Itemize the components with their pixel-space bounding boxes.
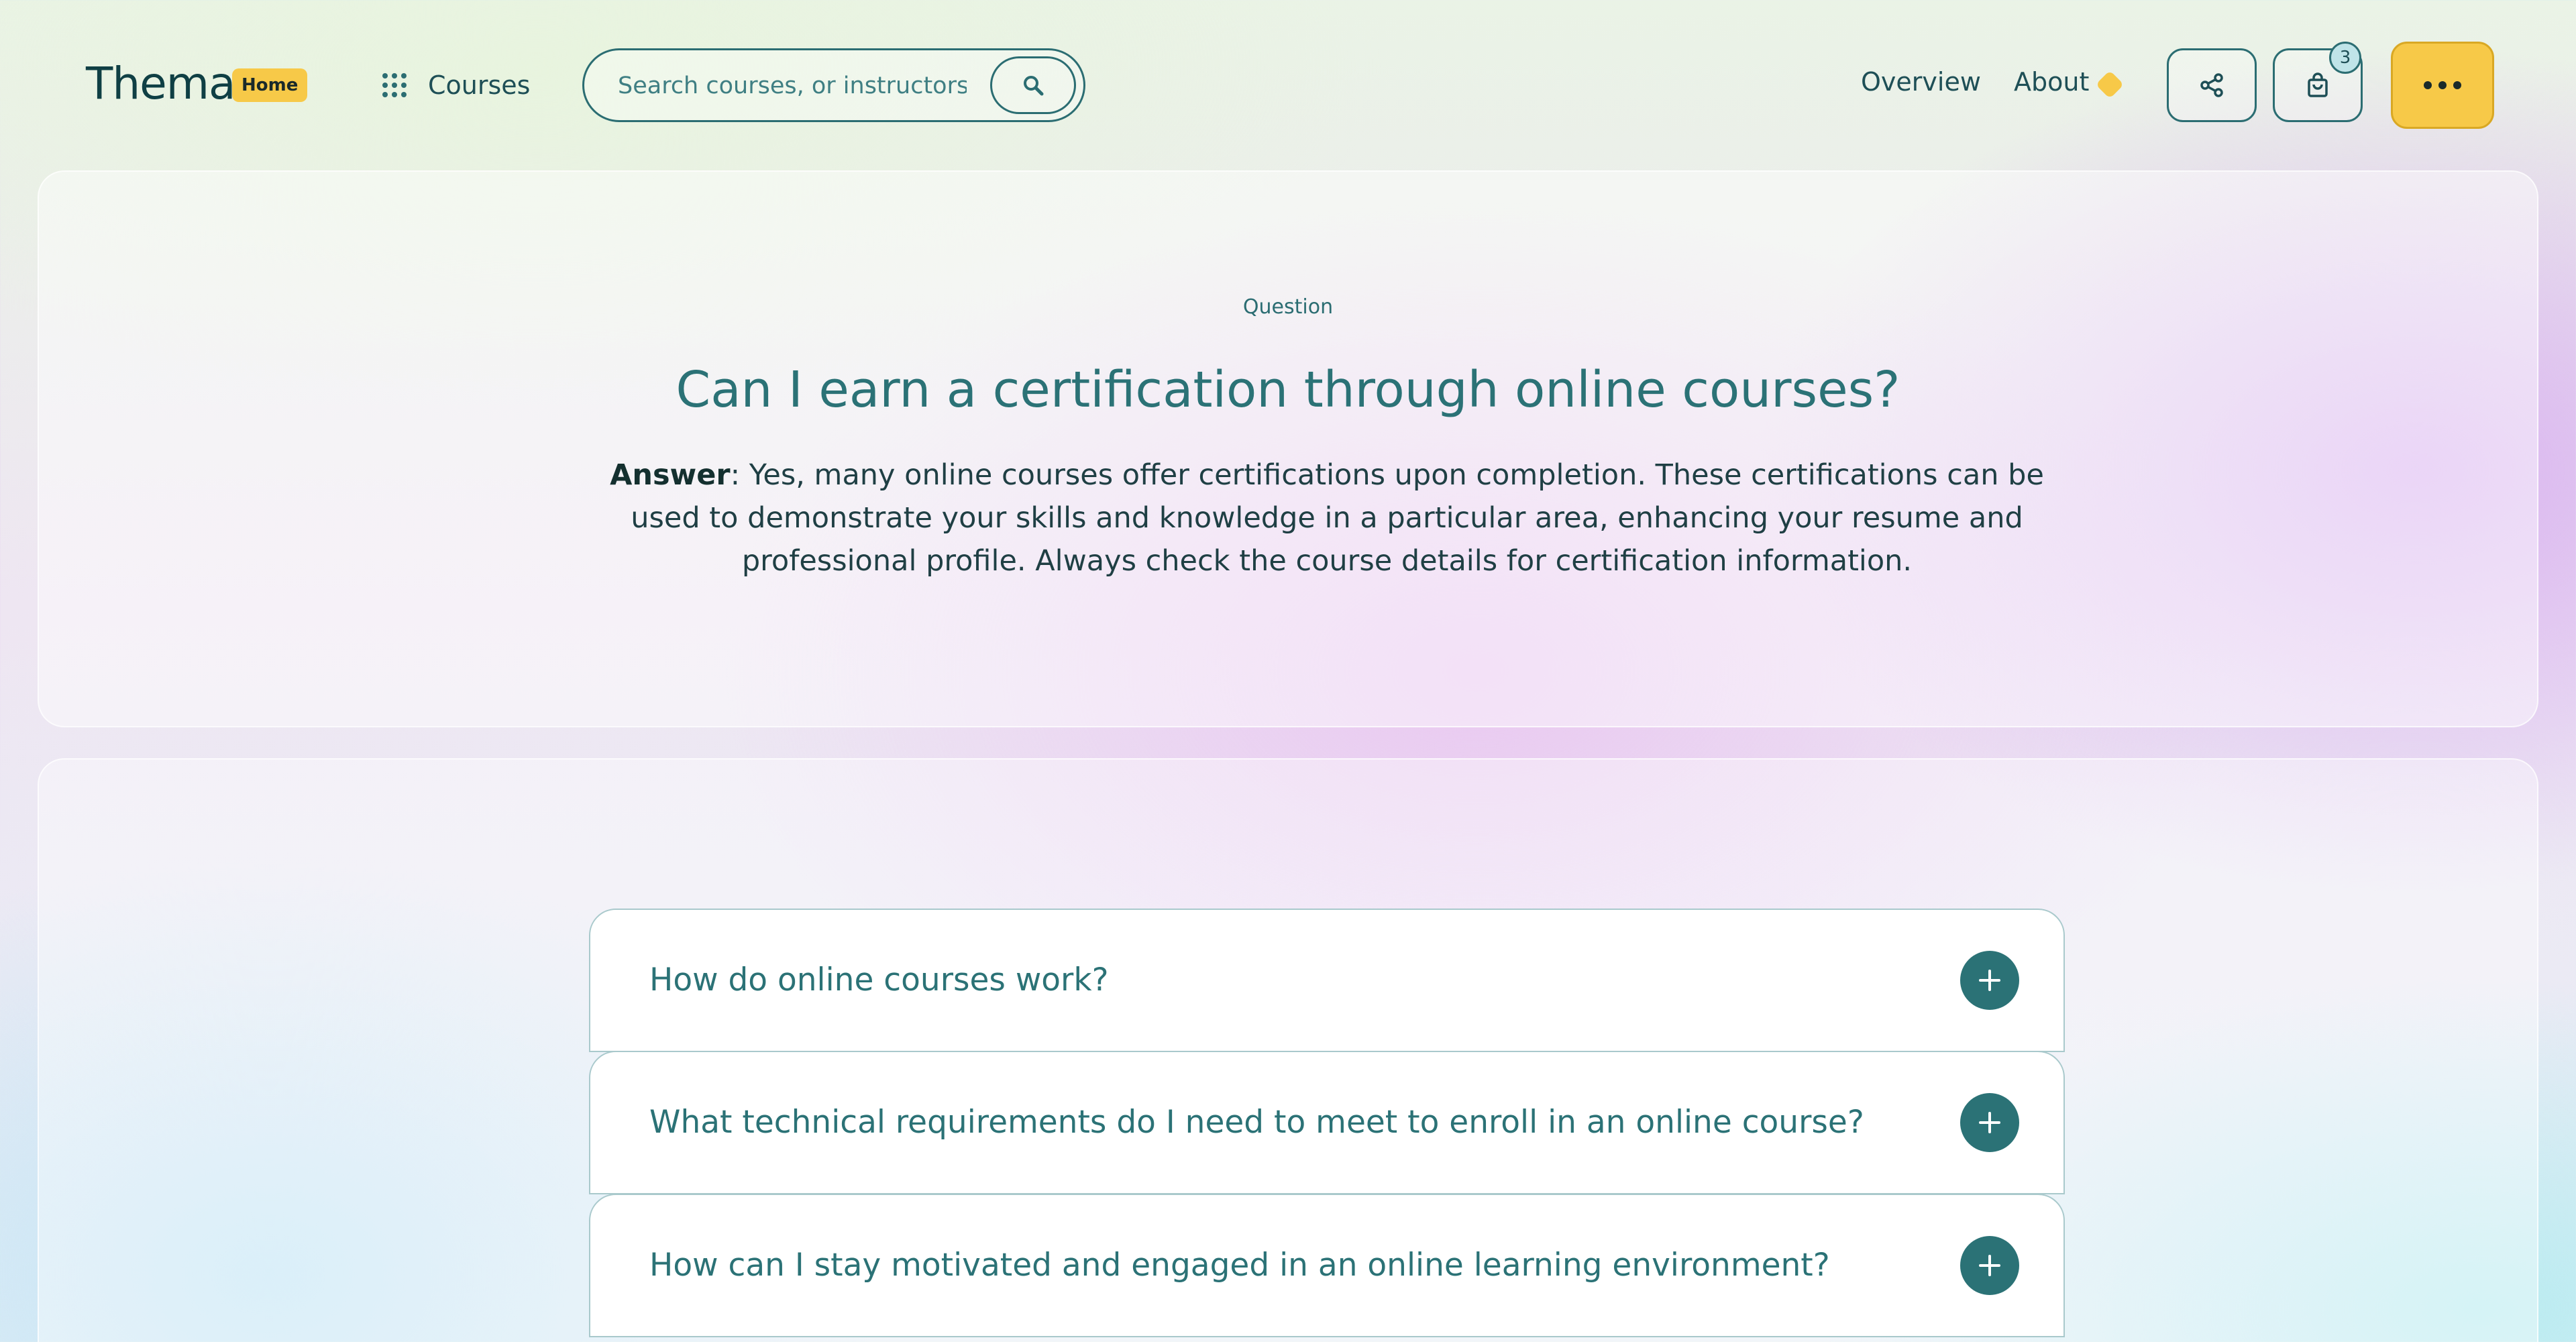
grid-icon: [382, 73, 407, 97]
home-badge[interactable]: Home: [232, 68, 308, 102]
answer-body: : Yes, many online courses offer certifi…: [631, 458, 2044, 578]
search-bar: [582, 48, 1085, 122]
question-eyebrow: Question: [1242, 295, 1334, 319]
cart-count-badge: 3: [2329, 42, 2361, 74]
faq-item[interactable]: How can I stay motivated and engaged in …: [589, 1194, 2065, 1337]
search-input[interactable]: [616, 50, 968, 121]
faq-expand-button[interactable]: [1960, 951, 2019, 1010]
faq-question: How do online courses work?: [649, 962, 1109, 998]
question-title: Can I earn a certification through onlin…: [676, 361, 1900, 419]
courses-label: Courses: [428, 70, 531, 100]
more-dots-icon: [2424, 81, 2432, 89]
more-dots-icon: [2438, 81, 2447, 89]
share-icon: [2200, 73, 2223, 97]
answer-label: Answer: [610, 458, 731, 492]
site-logo[interactable]: Thema: [86, 58, 235, 109]
more-menu-button[interactable]: [2391, 42, 2494, 129]
plus-icon: [1979, 1112, 2000, 1133]
faq-card: How do online courses work? What technic…: [38, 758, 2538, 1342]
faq-question: How can I stay motivated and engaged in …: [649, 1247, 1830, 1284]
plus-icon: [1979, 1255, 2000, 1276]
shopping-bag-icon: [2308, 72, 2328, 97]
search-icon: [1024, 76, 1044, 96]
search-button[interactable]: [990, 56, 1076, 114]
courses-menu-button[interactable]: Courses: [381, 62, 530, 109]
faq-expand-button[interactable]: [1960, 1093, 2019, 1152]
more-dots-icon: [2453, 81, 2461, 89]
diamond-icon: [2095, 70, 2125, 99]
answer-card: Question Can I earn a certification thro…: [38, 170, 2538, 727]
faq-question: What technical requirements do I need to…: [649, 1104, 1864, 1141]
plus-icon: [1979, 970, 2000, 991]
answer-text: Answer: Yes, many online courses offer c…: [609, 454, 2045, 582]
share-button[interactable]: [2167, 48, 2257, 122]
nav-about-link[interactable]: About: [2014, 67, 2089, 97]
faq-item[interactable]: What technical requirements do I need to…: [589, 1051, 2065, 1194]
top-header: Thema Home Courses Overview About: [0, 0, 2576, 168]
nav-overview-link[interactable]: Overview: [1861, 67, 1981, 97]
faq-expand-button[interactable]: [1960, 1236, 2019, 1295]
faq-item[interactable]: How do online courses work?: [589, 909, 2065, 1052]
